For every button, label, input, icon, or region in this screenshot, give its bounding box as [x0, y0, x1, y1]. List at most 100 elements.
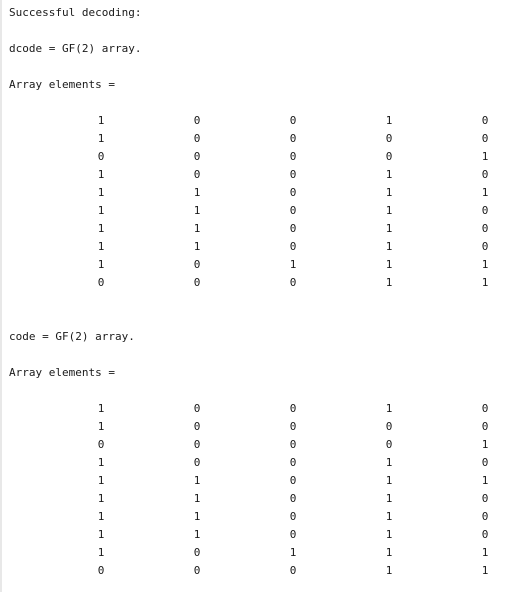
matrix-cell: 1 [481, 186, 489, 199]
matrix-cell: 1 [481, 564, 489, 577]
matrix-cell: 1 [481, 546, 489, 559]
matrix-cell: 1 [193, 510, 201, 523]
matrix-row: 1 1 0 1 0 [2, 238, 505, 256]
matrix-cell: 0 [481, 132, 489, 145]
matrix-cell: 0 [193, 564, 201, 577]
matrix-cell: 1 [193, 186, 201, 199]
matrix-cell: 0 [481, 204, 489, 217]
matrix-cell: 0 [481, 402, 489, 415]
matrix-row: 1 1 0 1 1 [2, 472, 505, 490]
matrix-cell: 0 [97, 276, 105, 289]
matrix-cell: 1 [385, 402, 393, 415]
matrix-cell: 0 [97, 564, 105, 577]
matrix-cell: 1 [97, 258, 105, 271]
matrix-cell: 0 [193, 438, 201, 451]
matrix-row: 0 0 0 0 1 [2, 436, 505, 454]
matrix-cell: 0 [481, 456, 489, 469]
matrix-cell: 0 [289, 150, 297, 163]
matrix-row: 1 0 0 1 0 [2, 454, 505, 472]
matrix-cell: 1 [481, 258, 489, 271]
matrix-row: 1 1 0 1 0 [2, 220, 505, 238]
matrix-cell: 1 [385, 546, 393, 559]
matrix-cell: 0 [289, 528, 297, 541]
matrix-row: 1 0 1 1 1 [2, 544, 505, 562]
matrix-cell: 0 [97, 150, 105, 163]
matrix-cell: 0 [481, 168, 489, 181]
matrix-cell: 1 [97, 528, 105, 541]
code-declaration: code = GF(2) array. [9, 330, 135, 343]
matrix-cell: 1 [97, 132, 105, 145]
matrix-cell: 0 [289, 564, 297, 577]
matrix-cell: 0 [193, 546, 201, 559]
matrix-cell: 0 [289, 510, 297, 523]
matrix-row: 1 0 0 1 0 [2, 166, 505, 184]
matrix-cell: 1 [385, 222, 393, 235]
matrix-cell: 1 [385, 276, 393, 289]
matrix-cell: 1 [289, 258, 297, 271]
decoding-status-text: Successful decoding: [9, 6, 142, 19]
matrix-row: 1 1 0 1 0 [2, 526, 505, 544]
matrix-cell: 1 [385, 474, 393, 487]
dcode-elements-label: Array elements = [9, 78, 115, 91]
matrix-row: 1 0 1 1 1 [2, 256, 505, 274]
matrix-cell: 0 [193, 258, 201, 271]
matrix-cell: 0 [193, 132, 201, 145]
matrix-cell: 0 [289, 456, 297, 469]
matrix-cell: 1 [97, 546, 105, 559]
matrix-cell: 0 [385, 132, 393, 145]
matrix-cell: 0 [193, 402, 201, 415]
matrix-cell: 0 [289, 204, 297, 217]
matrix-cell: 1 [97, 222, 105, 235]
matrix-cell: 1 [481, 474, 489, 487]
matrix-cell: 0 [97, 438, 105, 451]
matrix-cell: 1 [385, 114, 393, 127]
matrix-cell: 0 [289, 222, 297, 235]
matrix-cell: 1 [97, 456, 105, 469]
matrix-cell: 0 [385, 420, 393, 433]
matrix-row: 1 1 0 1 0 [2, 508, 505, 526]
matrix-cell: 1 [193, 240, 201, 253]
matrix-cell: 1 [193, 528, 201, 541]
matrix-cell: 0 [289, 474, 297, 487]
matrix-cell: 0 [385, 150, 393, 163]
matrix-cell: 0 [289, 132, 297, 145]
matrix-cell: 0 [289, 240, 297, 253]
matrix-cell: 1 [97, 168, 105, 181]
matrix-cell: 0 [193, 456, 201, 469]
matrix-cell: 0 [289, 420, 297, 433]
matrix-row: 0 0 0 0 1 [2, 148, 505, 166]
matrix-cell: 1 [97, 510, 105, 523]
matrix-row: 1 1 0 1 0 [2, 202, 505, 220]
matrix-cell: 1 [289, 546, 297, 559]
matrix-cell: 1 [193, 474, 201, 487]
matrix-cell: 0 [481, 222, 489, 235]
matrix-cell: 1 [97, 420, 105, 433]
matrix-cell: 1 [193, 492, 201, 505]
matrix-cell: 0 [481, 510, 489, 523]
matrix-cell: 0 [289, 186, 297, 199]
matrix-cell: 0 [289, 276, 297, 289]
matrix-cell: 0 [289, 168, 297, 181]
code-elements-label: Array elements = [9, 366, 115, 379]
matrix-cell: 0 [193, 168, 201, 181]
matrix-cell: 0 [481, 492, 489, 505]
matrix-row: 0 0 0 1 1 [2, 274, 505, 292]
matrix-cell: 1 [193, 204, 201, 217]
matrix-cell: 1 [481, 438, 489, 451]
matrix-cell: 0 [289, 492, 297, 505]
matrix-cell: 0 [481, 528, 489, 541]
matrix-row: 1 1 0 1 0 [2, 490, 505, 508]
matrix-cell: 1 [97, 114, 105, 127]
matrix-cell: 1 [97, 204, 105, 217]
matrix-cell: 0 [481, 240, 489, 253]
matrix-cell: 0 [193, 150, 201, 163]
matrix-cell: 1 [97, 402, 105, 415]
matrix-row: 1 0 0 1 0 [2, 400, 505, 418]
matrix-cell: 1 [385, 528, 393, 541]
matrix-cell: 1 [97, 492, 105, 505]
matrix-cell: 0 [481, 114, 489, 127]
matrix-cell: 0 [193, 420, 201, 433]
matrix-cell: 1 [385, 492, 393, 505]
dcode-declaration: dcode = GF(2) array. [9, 42, 142, 55]
matrix-row: 0 0 0 1 1 [2, 562, 505, 580]
